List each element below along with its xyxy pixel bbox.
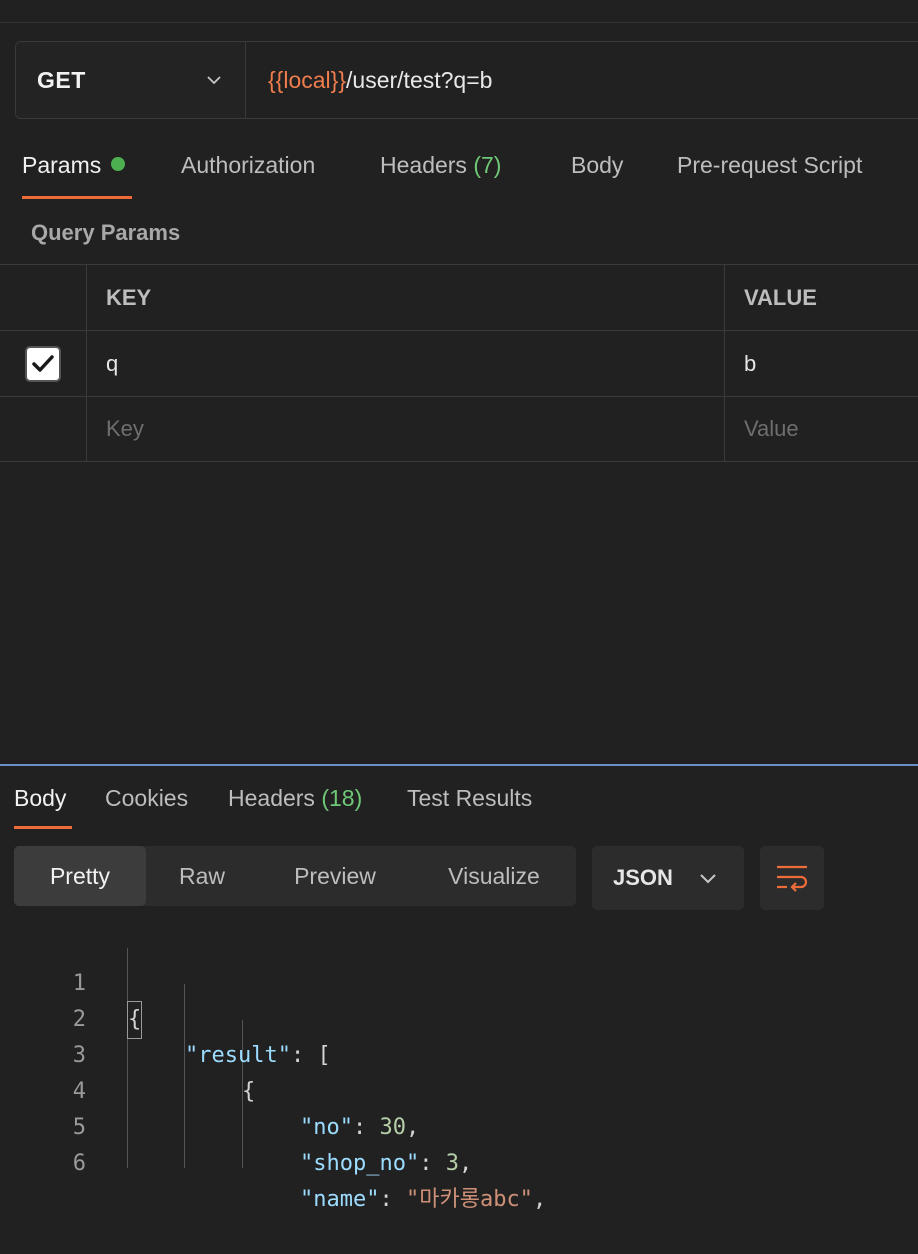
tab-label: Headers xyxy=(228,785,322,811)
tab-test-results[interactable]: Test Results xyxy=(407,785,532,812)
chevron-down-icon xyxy=(207,76,221,85)
json-punct: : xyxy=(419,1151,446,1176)
code-line: 3 { xyxy=(0,1002,918,1104)
line-number: 6 xyxy=(72,1151,86,1176)
url-variable: {{local}} xyxy=(268,66,347,93)
code-line: 5 "shop_no": 3, xyxy=(0,1074,918,1176)
params-table: KEY VALUE q b Key Value xyxy=(0,264,918,462)
chevron-down-icon xyxy=(700,874,716,884)
view-visualize[interactable]: Visualize xyxy=(412,846,576,906)
code-text: "shop_no": 3, xyxy=(300,1146,472,1182)
response-tabs: Body Cookies Headers (18) Test Results xyxy=(0,780,918,830)
view-pretty[interactable]: Pretty xyxy=(14,846,146,906)
json-number: 3 xyxy=(445,1151,459,1176)
method-select[interactable]: GET xyxy=(16,42,246,118)
code-line: 2 "result": [ xyxy=(0,966,918,1068)
params-active-dot xyxy=(111,157,126,171)
new-key-input[interactable]: Key xyxy=(88,397,725,461)
tab-label: Authorization xyxy=(181,152,316,178)
json-string: "마카롱abc" xyxy=(405,1187,533,1212)
method-label: GET xyxy=(37,66,86,93)
tab-authorization[interactable]: Authorization xyxy=(181,152,315,179)
check-icon xyxy=(32,354,54,372)
query-params-title: Query Params xyxy=(31,220,181,245)
tab-label: Body xyxy=(571,152,624,178)
view-raw[interactable]: Raw xyxy=(146,846,258,906)
response-code-view: 1 { 2 "result": [ 3 { 4 "no": 30, 5 "sho… xyxy=(0,930,918,1212)
param-value-input[interactable]: b xyxy=(726,331,918,396)
format-label: JSON xyxy=(613,865,673,890)
wrap-lines-icon xyxy=(777,865,808,892)
pane-resize-divider[interactable] xyxy=(0,764,918,766)
row-check-cell xyxy=(0,331,87,396)
top-bar xyxy=(0,0,918,23)
response-active-tab-indicator xyxy=(14,826,72,829)
param-key-input[interactable]: q xyxy=(88,331,725,396)
view-preview[interactable]: Preview xyxy=(258,846,412,906)
code-text: "name": "마카롱abc", xyxy=(300,1182,546,1218)
json-punct: : xyxy=(379,1187,406,1212)
tab-params[interactable]: Params xyxy=(22,152,126,179)
json-key: "shop_no" xyxy=(300,1151,420,1176)
table-row: q b xyxy=(0,330,918,396)
code-line: 4 "no": 30, xyxy=(0,1038,918,1140)
code-line: 1 { xyxy=(0,930,918,1039)
request-tabs: Params Authorization Headers (7) Body Pr… xyxy=(0,140,918,200)
tab-label: Headers xyxy=(380,152,474,178)
json-punct: , xyxy=(532,1187,547,1212)
format-select[interactable]: JSON xyxy=(592,846,744,910)
response-headers-count: (18) xyxy=(321,785,363,811)
header-check-cell xyxy=(0,265,87,330)
tab-label: Params xyxy=(22,152,102,178)
url-input[interactable]: {{local}}/user/test?q=b xyxy=(246,42,918,118)
tab-response-body[interactable]: Body xyxy=(14,785,66,812)
table-row-empty: Key Value xyxy=(0,396,918,462)
tab-response-headers[interactable]: Headers (18) xyxy=(228,785,362,812)
wrap-lines-button[interactable] xyxy=(760,846,824,910)
new-value-input[interactable]: Value xyxy=(726,397,918,461)
param-checkbox[interactable] xyxy=(25,345,61,382)
table-header-row: KEY VALUE xyxy=(0,264,918,330)
json-key: "name" xyxy=(300,1187,380,1212)
empty-check-cell xyxy=(0,397,87,461)
header-value: VALUE xyxy=(744,284,817,310)
url-path: /user/test?q=b xyxy=(346,66,493,93)
tab-cookies[interactable]: Cookies xyxy=(105,785,188,812)
tab-headers[interactable]: Headers (7) xyxy=(380,152,501,179)
tab-label: Pre-request Script xyxy=(677,152,863,178)
view-mode-selector: Pretty Raw Preview Visualize xyxy=(14,846,576,906)
headers-count: (7) xyxy=(473,152,502,178)
request-bar: GET {{local}}/user/test?q=b xyxy=(15,41,918,119)
tab-body[interactable]: Body xyxy=(571,152,623,179)
tab-pre-request-script[interactable]: Pre-request Script xyxy=(677,152,862,179)
header-key: KEY xyxy=(88,265,725,330)
code-line: 6 "name": "마카롱abc", xyxy=(0,1110,918,1212)
active-tab-indicator xyxy=(22,196,132,199)
json-punct: , xyxy=(458,1151,473,1176)
